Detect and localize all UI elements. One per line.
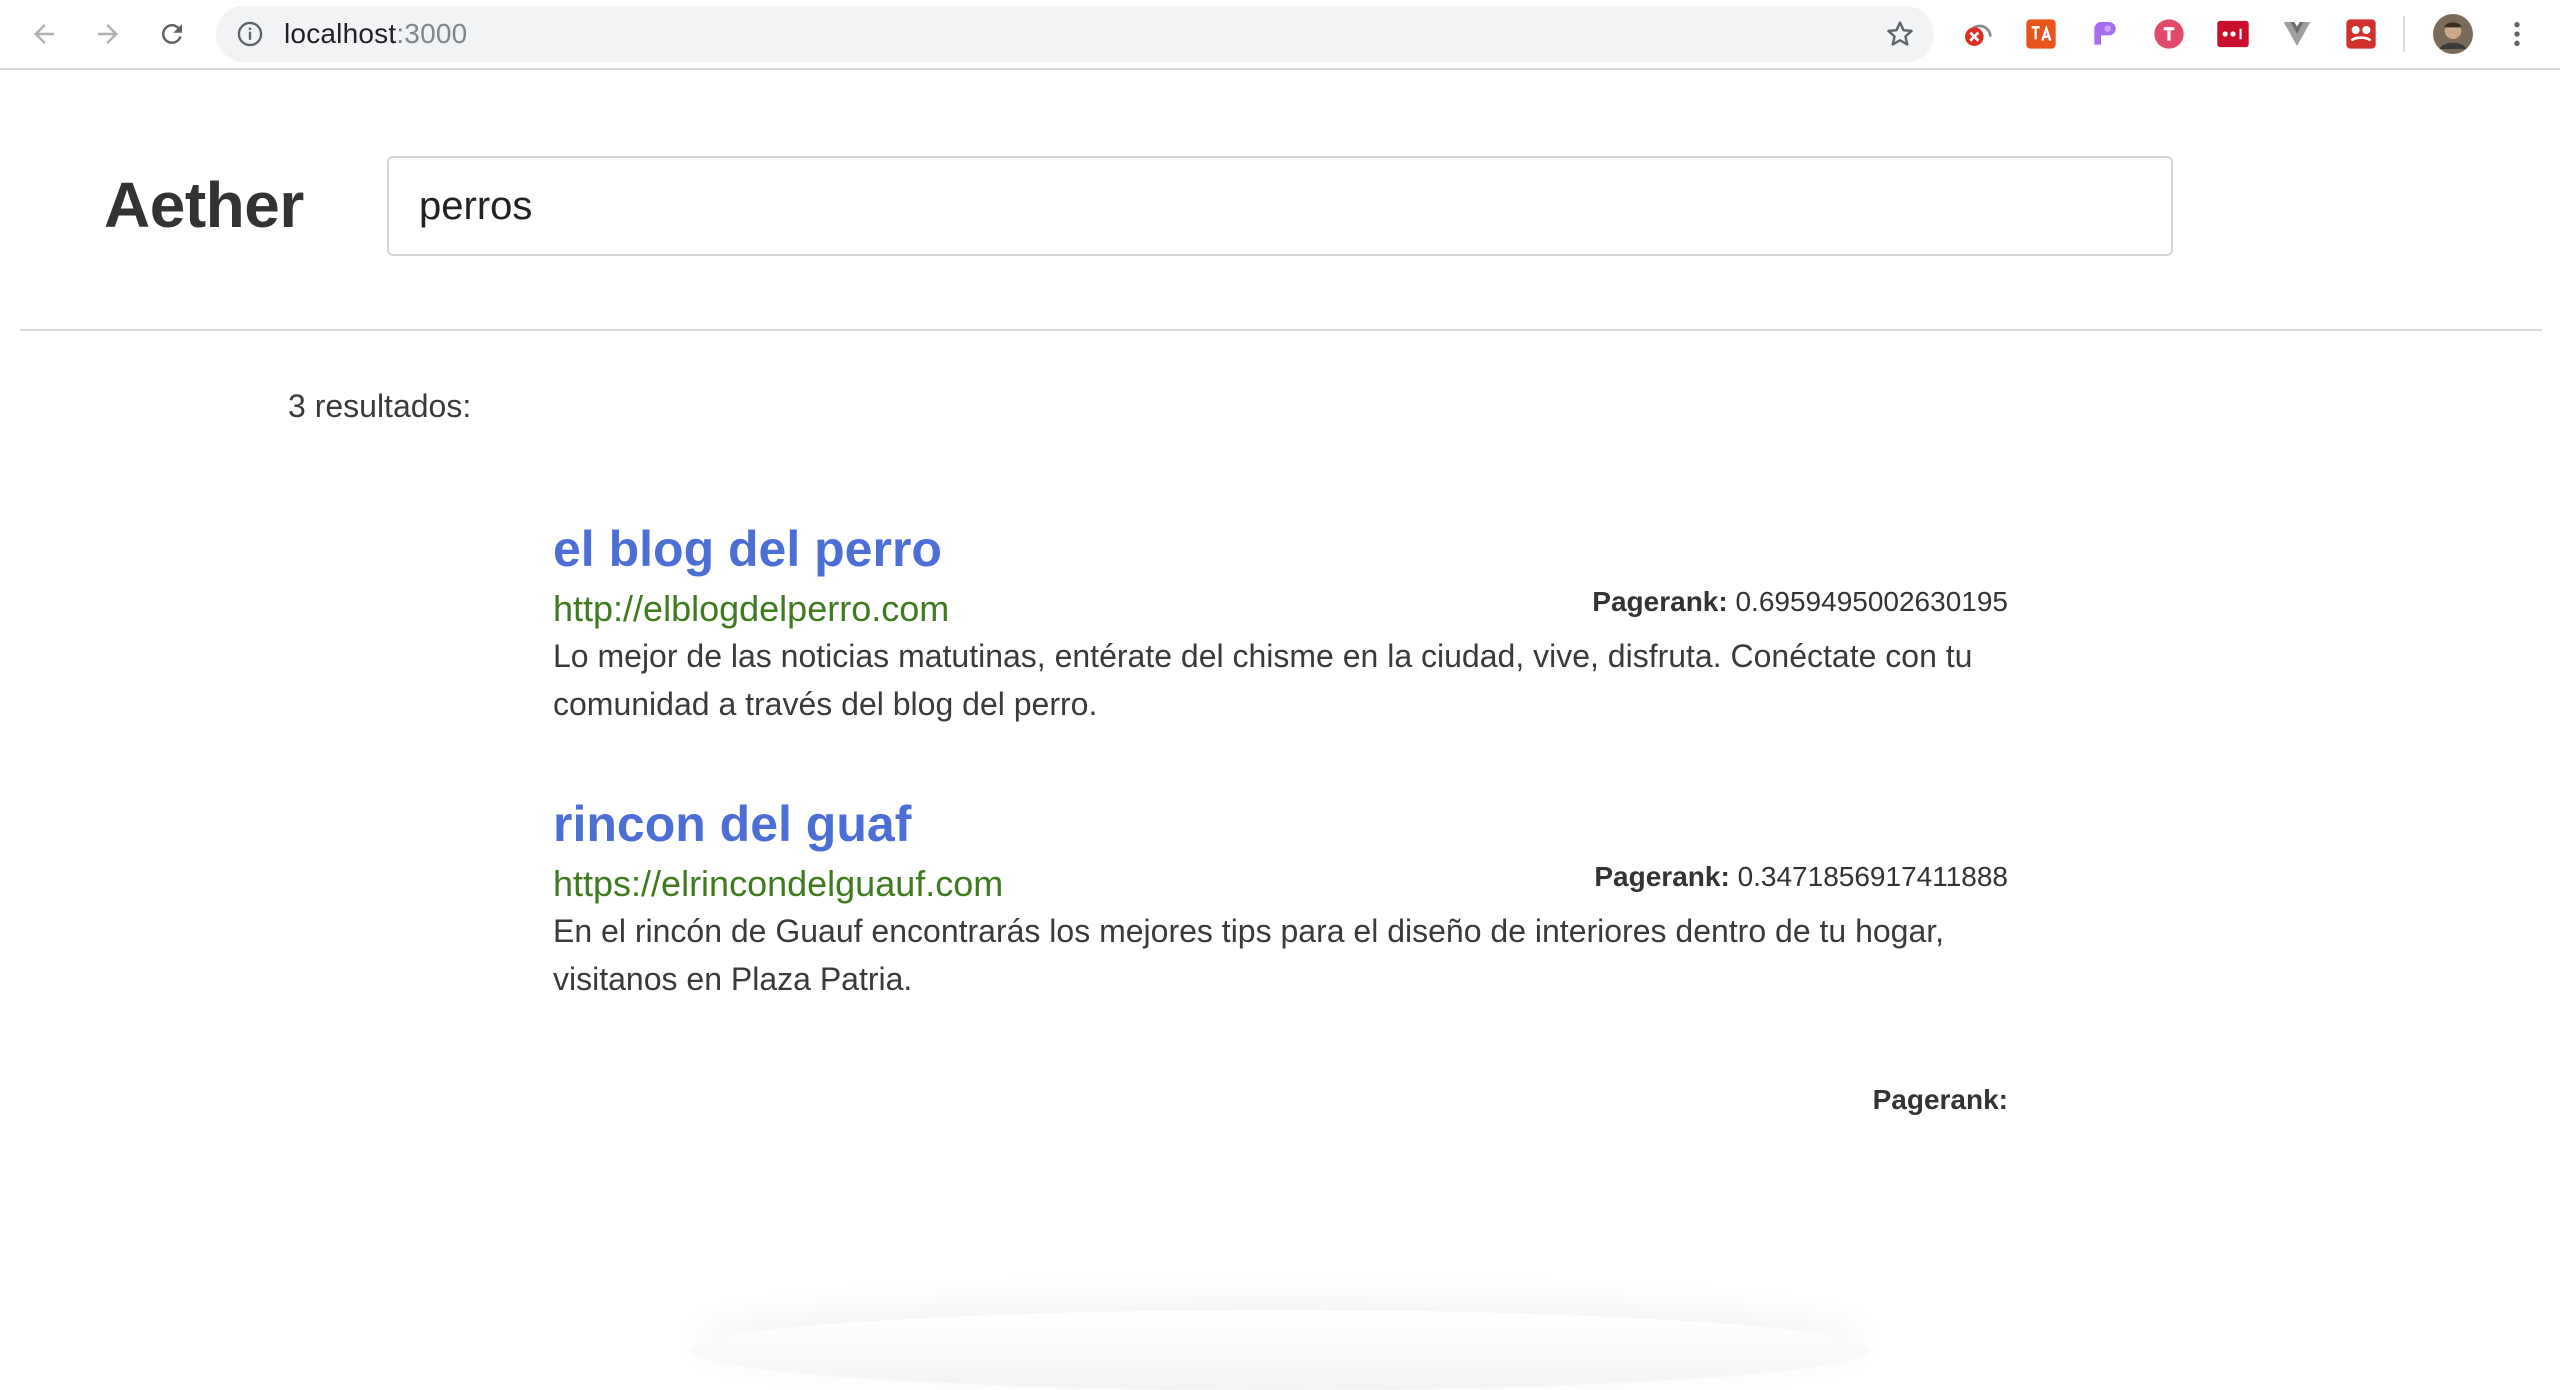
result-description: Lo mejor de las noticias matutinas, enté… [553, 638, 1973, 722]
arrow-right-icon [98, 24, 118, 44]
reload-icon [161, 23, 182, 44]
forward-button[interactable] [86, 12, 130, 56]
toolbar-separator [2403, 16, 2405, 52]
reload-button[interactable] [150, 12, 194, 56]
menu-button[interactable] [2500, 17, 2534, 51]
arrow-left-icon [34, 24, 54, 44]
pagerank: Pagerank: 0.3471856917411888 [1594, 861, 2008, 893]
more-vert-icon [2514, 22, 2520, 46]
result-title-link[interactable]: rincon del guaf [553, 795, 911, 853]
header-divider [20, 329, 2542, 331]
result-description: En el rincón de Guauf encontrarás los me… [553, 913, 1945, 997]
pagerank-value: 0.3471856917411888 [1737, 861, 2008, 892]
search-input[interactable] [387, 156, 2173, 256]
info-icon[interactable] [236, 20, 264, 48]
toggl-icon[interactable] [2152, 17, 2186, 51]
vue-devtools-icon[interactable] [2280, 17, 2314, 51]
result-url-link[interactable]: http://elblogdelperro.com [553, 588, 949, 630]
pagerank: Pagerank: [1873, 1084, 2008, 1116]
translate-icon[interactable] [2024, 17, 2058, 51]
pagerank-label: Pagerank: [1592, 586, 1728, 617]
url-host: localhost [284, 18, 397, 49]
address-url[interactable]: localhost:3000 [284, 6, 467, 62]
browser-toolbar: localhost:3000 [0, 0, 2560, 70]
address-bar[interactable]: localhost:3000 [216, 6, 1934, 62]
result-title-link[interactable]: el blog del perro [553, 520, 942, 578]
back-button[interactable] [22, 12, 66, 56]
pagerank-label: Pagerank: [1872, 1084, 2008, 1115]
bookmark-star-icon[interactable] [1884, 18, 1916, 50]
brand-logo[interactable]: Aether [104, 168, 304, 242]
adblock-icon[interactable] [1960, 17, 1994, 51]
tab-icon[interactable] [2088, 17, 2122, 51]
pagerank-label: Pagerank: [1594, 861, 1730, 892]
result-url-link[interactable]: https://elrincondelguauf.com [553, 863, 1003, 905]
lastpass-icon[interactable] [2216, 17, 2250, 51]
pagerank: Pagerank: 0.6959495002630195 [1592, 586, 2008, 618]
profile-avatar[interactable] [2432, 13, 2474, 55]
screenshot-icon[interactable] [2344, 17, 2378, 51]
bottom-shadow [690, 1310, 1870, 1390]
url-port: :3000 [396, 18, 468, 49]
results-count: 3 resultados: [288, 388, 472, 424]
pagerank-value: 0.6959495002630195 [1735, 586, 2008, 617]
